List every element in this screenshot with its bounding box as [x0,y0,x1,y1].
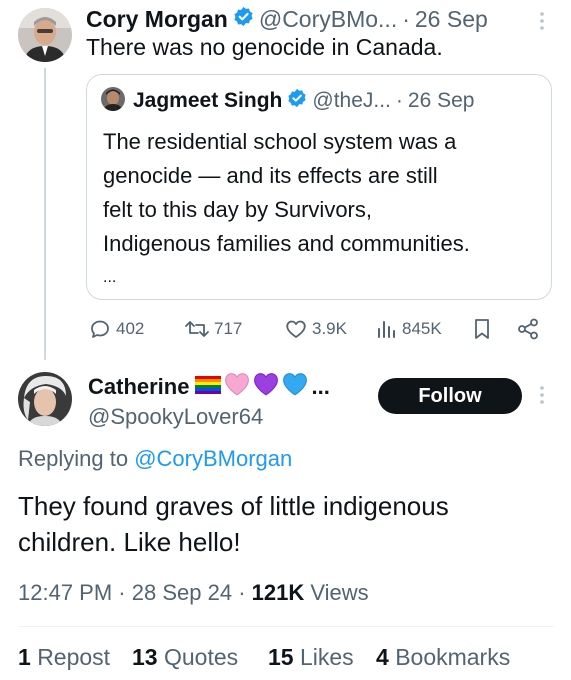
views-button[interactable]: 845K [376,316,442,342]
quoted-tweet[interactable]: Jagmeet Singh @theJ... · 26 Sep The resi… [86,74,552,300]
tweet-header: Cory Morgan @CoryBMo... · 26 Sep [86,4,488,34]
purple-heart-icon [253,372,279,402]
tweet-text: There was no genocide in Canada. [86,34,443,60]
quoted-author-name[interactable]: Jagmeet Singh [133,89,282,113]
reply-author-handle[interactable]: @SpookyLover64 [88,404,263,430]
thread-line [44,68,46,360]
post-date[interactable]: 28 Sep 24 [132,580,232,605]
reply-author-row: Catherine ... [88,372,330,402]
repost-count: 717 [214,319,243,338]
quoted-text-line: Indigenous families and communities. [103,231,470,256]
author-handle[interactable]: @CoryBMo... [259,6,397,33]
reply-text: They found graves of little indigenous c… [18,488,449,560]
author-name[interactable]: Cory Morgan [86,6,228,33]
quoted-author-handle[interactable]: @theJ... [312,89,391,113]
follow-button[interactable]: Follow [378,378,522,414]
blue-heart-icon [282,372,308,402]
share-button[interactable] [516,316,540,342]
quoted-text-line: felt to this day by Survivors, [103,197,372,222]
quoted-post-date[interactable]: 26 Sep [408,89,475,113]
name-ellipsis: ... [311,374,330,399]
like-button[interactable]: 3.9K [284,316,347,342]
avatar[interactable] [18,372,72,426]
post-meta: 12:47 PM · 28 Sep 24 · 121K Views [18,580,369,606]
separator: · [402,5,410,32]
reposts-count: 1 [18,644,31,670]
share-icon [516,317,540,341]
more-icon[interactable] [538,384,546,406]
quotes-count: 13 [132,644,158,670]
verified-badge-icon [233,6,254,33]
replying-to-label: Replying to [18,446,129,471]
replying-to: Replying to @CoryBMorgan [18,446,292,472]
quoted-text-line: The residential school system was a [103,129,457,154]
post-date[interactable]: 26 Sep [415,6,488,33]
bookmarks-label: Bookmarks [395,644,511,670]
reply-count: 402 [116,319,145,338]
quoted-avatar[interactable] [101,87,125,111]
like-count: 3.9K [312,319,347,338]
quoted-text-line: ... [103,269,117,286]
bookmarks-stat[interactable]: 4 Bookmarks [376,644,510,671]
likes-count: 15 [268,644,294,670]
reply-text-line: children. Like hello! [18,527,241,557]
reposts-label: Repost [37,644,111,670]
bookmark-icon [472,317,492,341]
quoted-text-line: genocide — and its effects are still [103,163,438,188]
bookmarks-count: 4 [376,644,389,670]
rainbow-flag-icon [195,374,222,400]
quotes-stat[interactable]: 13 Quotes [132,644,238,671]
views-label: Views [310,580,369,605]
reply-icon [88,317,112,341]
quotes-label: Quotes [163,644,239,670]
repost-button[interactable]: 717 [184,316,242,342]
views-count: 845K [402,319,442,338]
verified-badge-icon [287,88,307,114]
separator: · [118,580,126,605]
post-time[interactable]: 12:47 PM [18,580,112,605]
repost-icon [184,317,210,341]
quoted-header: Jagmeet Singh @theJ... · 26 Sep [133,87,474,115]
avatar[interactable] [18,8,72,62]
replying-to-handle[interactable]: @CoryBMorgan [134,446,292,471]
separator: · [395,89,403,112]
reply-text-line: They found graves of little indigenous [18,491,449,521]
bookmark-button[interactable] [472,316,492,342]
reply-author-name[interactable]: Catherine [88,374,189,400]
views-total: 121K [251,580,305,605]
like-icon [284,317,308,341]
more-icon[interactable] [538,10,546,32]
divider [18,626,554,627]
reply-button[interactable]: 402 [88,316,144,342]
pink-heart-icon [224,372,250,402]
likes-stat[interactable]: 15 Likes [268,644,354,671]
quoted-text: The residential school system was a geno… [103,125,470,295]
separator: · [238,580,246,605]
likes-label: Likes [299,644,354,670]
views-icon [376,317,398,341]
reposts-stat[interactable]: 1 Repost [18,644,110,671]
